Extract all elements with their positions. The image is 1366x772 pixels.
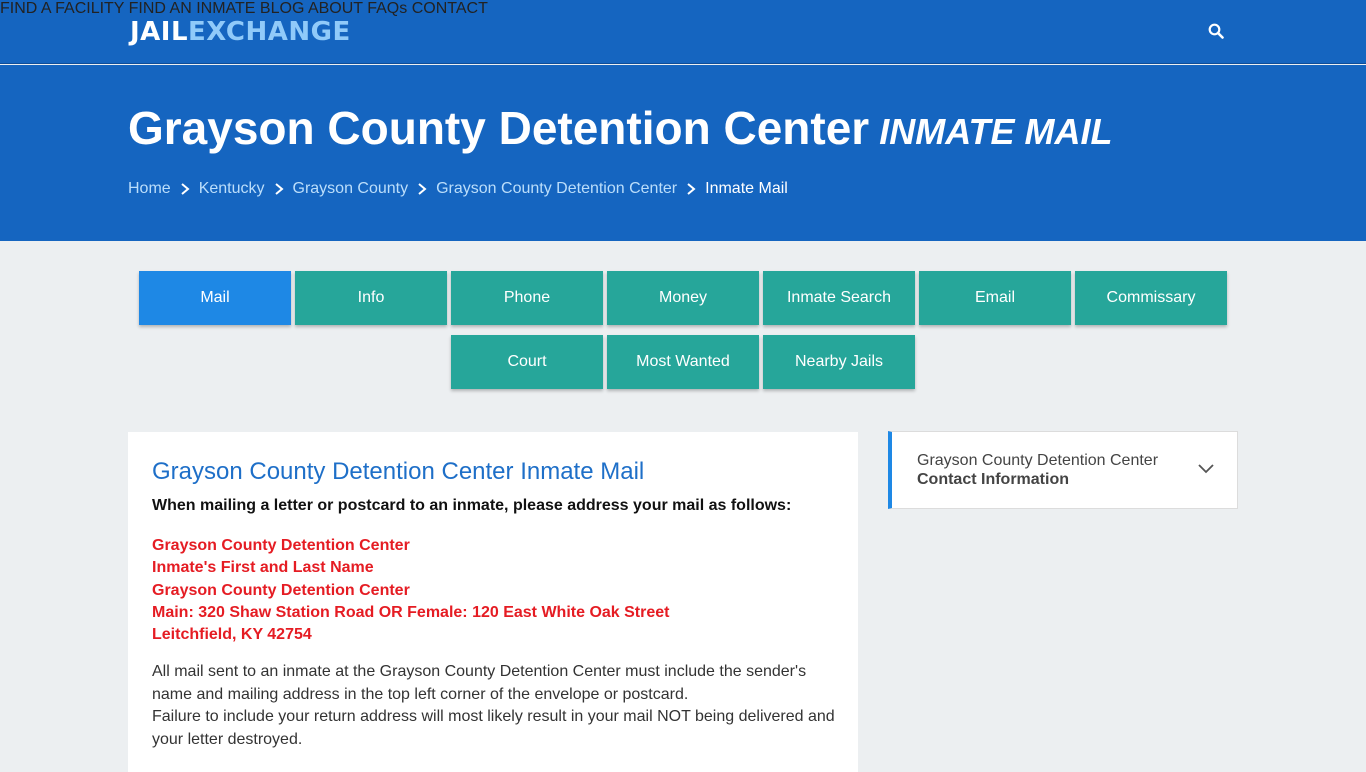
nav-blog[interactable]: BLOG [260, 0, 304, 17]
tab-nearby-jails[interactable]: Nearby Jails [763, 335, 915, 389]
chevron-right-icon [181, 183, 190, 195]
tab-most-wanted[interactable]: Most Wanted [607, 335, 759, 389]
address-line: Leitchfield, KY 42754 [152, 626, 312, 644]
address-line: Grayson County Detention Center [152, 537, 410, 554]
breadcrumb-home[interactable]: Home [128, 180, 171, 198]
breadcrumb-current: Inmate Mail [705, 180, 788, 197]
breadcrumb-county[interactable]: Grayson County [293, 180, 409, 198]
page-title-main: Grayson County Detention Center [128, 102, 870, 154]
chevron-right-icon [418, 183, 427, 195]
nav-find-inmate[interactable]: FIND AN INMATE [129, 0, 256, 17]
page-title-subtitle: INMATE MAIL [879, 111, 1113, 152]
logo-part-exchange: EXCHANGE [188, 17, 351, 47]
tab-mail[interactable]: Mail [139, 271, 291, 325]
address-line: Main: 320 Shaw Station Road OR Female: 1… [152, 603, 670, 621]
tab-inmate-search[interactable]: Inmate Search [763, 271, 915, 325]
contact-info-accordion[interactable]: Grayson County Detention Center Contact … [888, 431, 1238, 509]
tab-commissary[interactable]: Commissary [1075, 271, 1227, 325]
nav-find-facility[interactable]: FIND A FACILITY [0, 0, 124, 17]
page-hero: Grayson County Detention Center INMATE MA… [0, 65, 1366, 241]
address-line: Grayson County Detention Center [152, 581, 410, 599]
nav-about[interactable]: ABOUT [308, 0, 363, 17]
top-navbar: JAILEXCHANGE FIND A FACILITY FIND AN INM… [0, 0, 1366, 64]
nav-faqs[interactable]: FAQs [367, 0, 407, 17]
accordion-title: Contact Information [917, 471, 1069, 488]
chevron-right-icon [687, 183, 696, 195]
breadcrumb-facility[interactable]: Grayson County Detention Center [436, 180, 677, 198]
tab-court[interactable]: Court [451, 335, 603, 389]
site-logo[interactable]: JAILEXCHANGE [130, 17, 351, 47]
tab-info[interactable]: Info [295, 271, 447, 325]
breadcrumb-state[interactable]: Kentucky [199, 180, 265, 198]
paragraph: Failure to include your return address w… [152, 708, 835, 748]
page-title: Grayson County Detention Center INMATE MA… [128, 101, 1113, 155]
mail-info-card: Grayson County Detention Center Inmate M… [128, 432, 858, 772]
nav-contact[interactable]: CONTACT [412, 0, 488, 17]
chevron-right-icon [274, 183, 284, 195]
address-line: Inmate's First and Last Name [152, 559, 374, 577]
chevron-down-icon[interactable] [1197, 462, 1215, 474]
mail-rules-text: All mail sent to an inmate at the Grayso… [152, 661, 842, 751]
breadcrumb: Home Kentucky Grayson County Grayson Cou… [128, 180, 788, 198]
tab-phone[interactable]: Phone [451, 271, 603, 325]
logo-part-jail: JAIL [130, 17, 189, 47]
tab-email[interactable]: Email [919, 271, 1071, 325]
paragraph: All mail sent to an inmate at the Grayso… [152, 663, 807, 703]
tab-money[interactable]: Money [607, 271, 759, 325]
section-heading: Grayson County Detention Center Inmate M… [152, 458, 645, 485]
search-icon[interactable] [1208, 23, 1224, 39]
mailing-address-block: Grayson County Detention Center Inmate's… [152, 535, 669, 646]
mailing-instructions-lead: When mailing a letter or postcard to an … [152, 497, 792, 514]
accordion-facility-name: Grayson County Detention Center [917, 452, 1159, 469]
